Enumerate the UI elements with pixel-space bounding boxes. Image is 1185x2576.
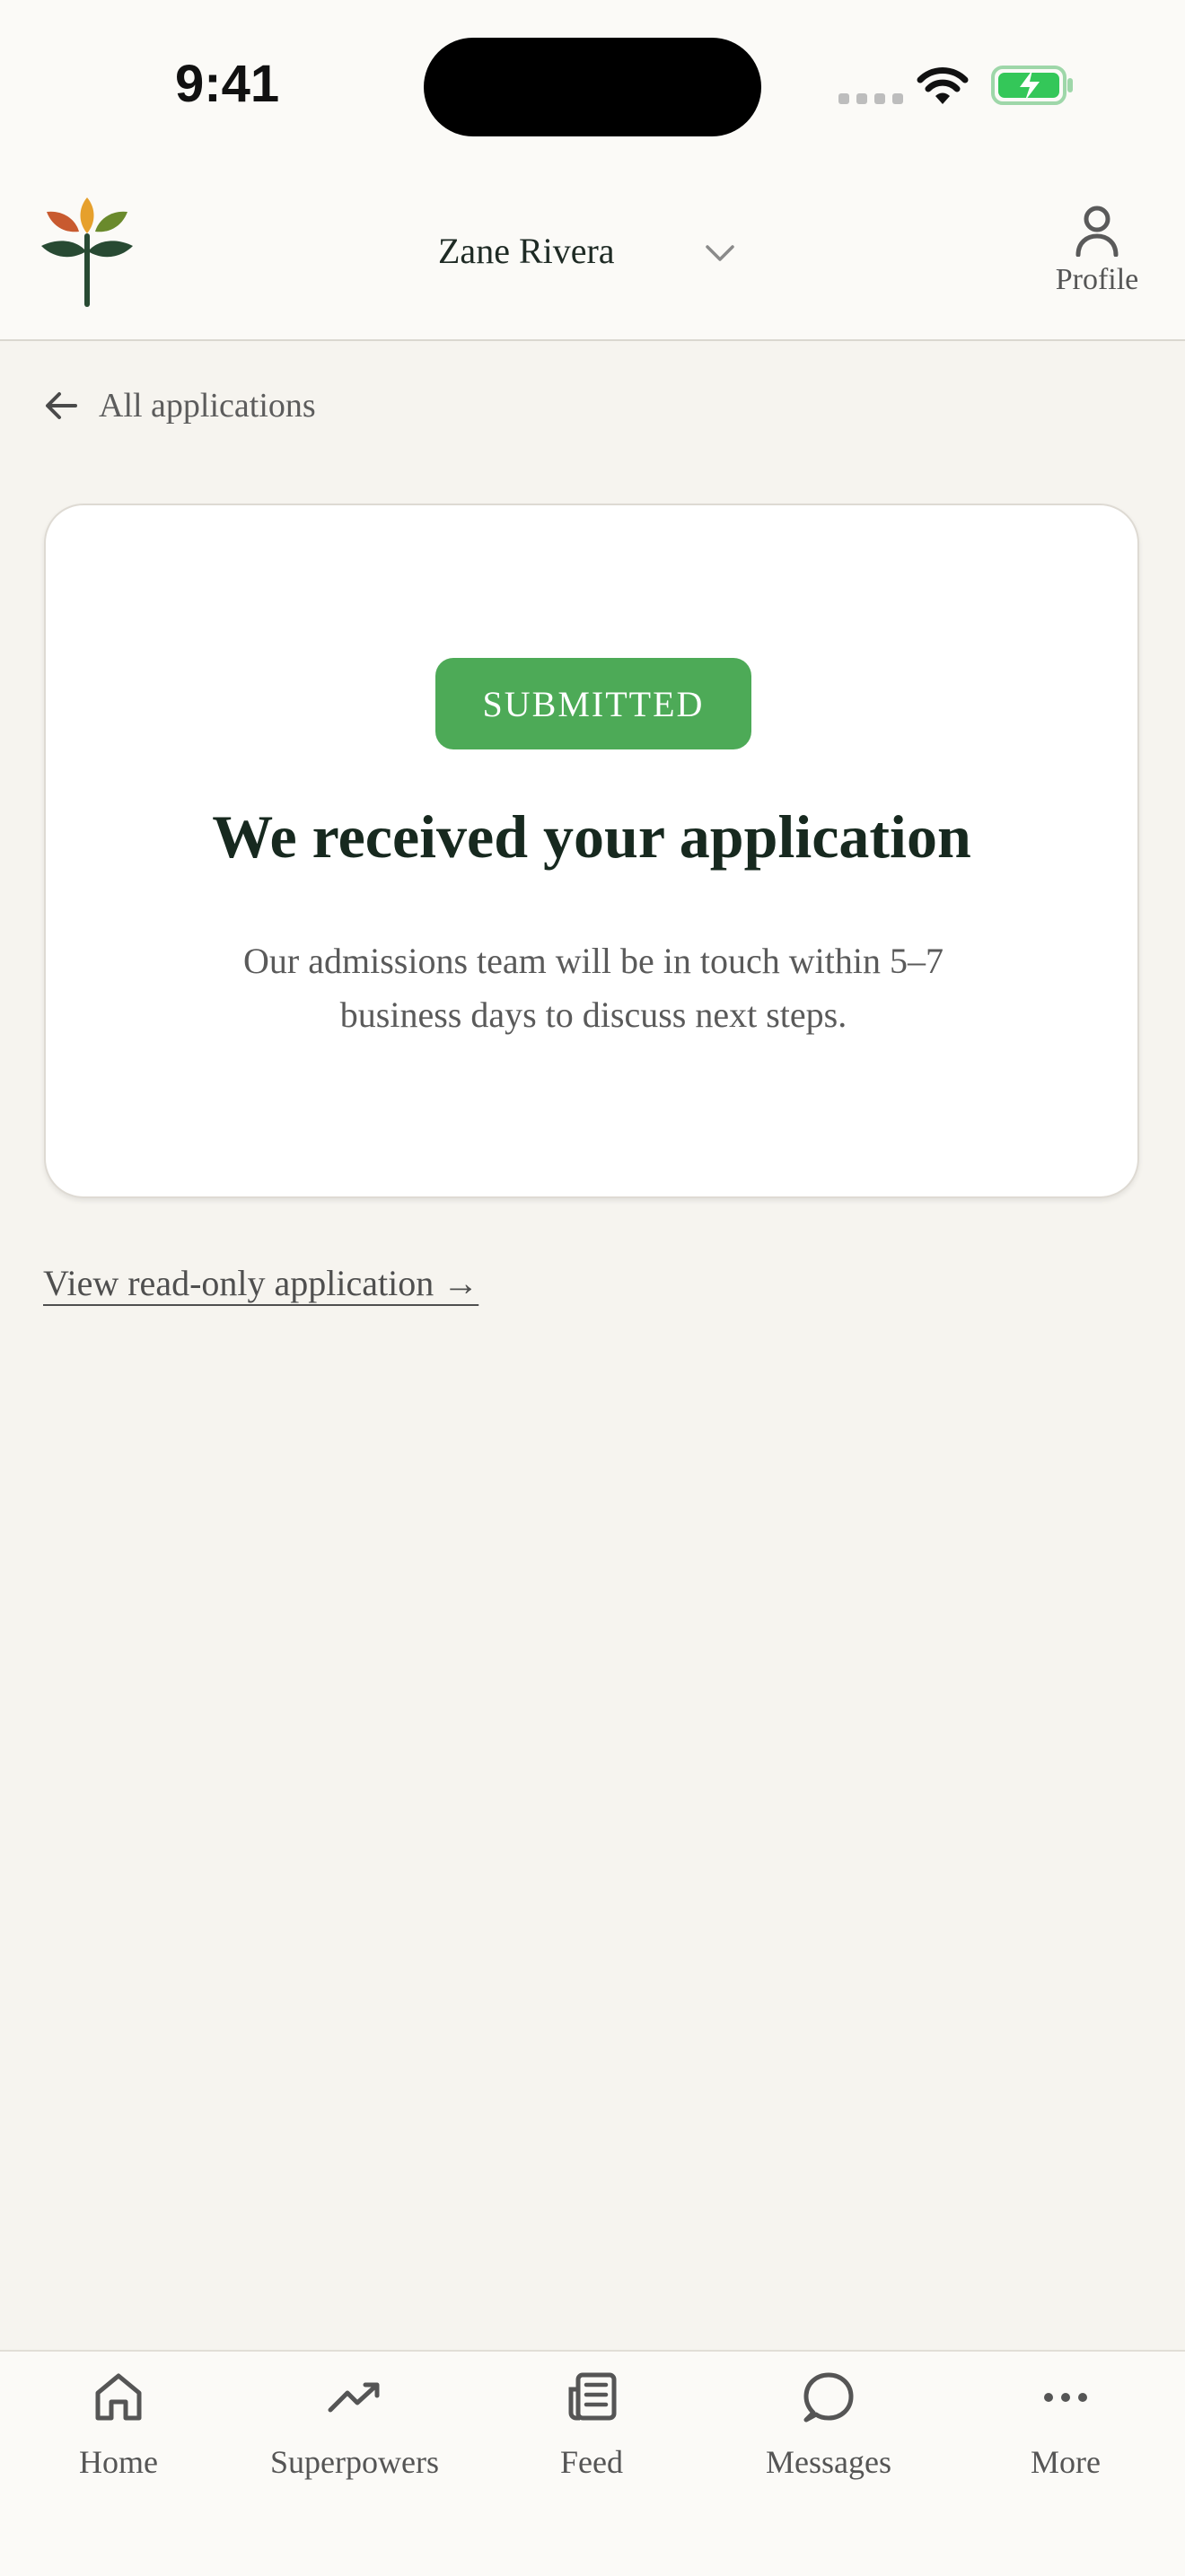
- status-badge: SUBMITTED: [435, 658, 751, 749]
- tab-label: Feed: [560, 2444, 623, 2480]
- more-dots-icon: [1044, 2393, 1087, 2402]
- person-icon: [1075, 206, 1119, 258]
- battery-charging-icon: [991, 66, 1073, 105]
- chevron-down-icon: [705, 244, 734, 261]
- trending-up-icon: [328, 2382, 380, 2413]
- tab-superpowers[interactable]: Superpowers: [247, 2366, 462, 2481]
- status-bar: 9:41: [0, 0, 1185, 171]
- tab-home[interactable]: Home: [11, 2366, 226, 2481]
- chat-bubble-icon: [803, 2372, 854, 2423]
- tab-label: More: [1031, 2444, 1101, 2480]
- arrow-left-icon: [46, 392, 77, 419]
- user-switcher[interactable]: Zane Rivera: [438, 230, 735, 272]
- back-to-applications-link[interactable]: All applications: [43, 386, 316, 425]
- card-title: We received your application: [212, 802, 971, 871]
- back-label: All applications: [99, 387, 316, 425]
- newspaper-icon: [568, 2372, 617, 2421]
- home-icon: [95, 2373, 142, 2421]
- status-time: 9:41: [175, 55, 280, 113]
- cellular-signal-icon: [838, 93, 903, 104]
- app-logo-icon[interactable]: [40, 196, 135, 309]
- tab-label: Superpowers: [270, 2444, 439, 2480]
- tab-label: Messages: [766, 2444, 891, 2480]
- view-readonly-application-link[interactable]: View read-only application →: [43, 1262, 478, 1304]
- tab-label: Home: [79, 2444, 158, 2480]
- dynamic-island: [424, 38, 761, 136]
- tab-more[interactable]: More: [958, 2366, 1173, 2481]
- card-description: Our admissions team will be in touch wit…: [243, 941, 944, 1035]
- profile-button[interactable]: Profile: [1050, 205, 1144, 297]
- profile-label: Profile: [1055, 263, 1139, 296]
- tab-messages[interactable]: Messages: [721, 2366, 936, 2481]
- application-status-card: SUBMITTED We received your application O…: [44, 504, 1139, 1198]
- tab-feed[interactable]: Feed: [484, 2366, 699, 2481]
- user-name: Zane Rivera: [438, 231, 615, 271]
- wifi-icon: [917, 67, 969, 104]
